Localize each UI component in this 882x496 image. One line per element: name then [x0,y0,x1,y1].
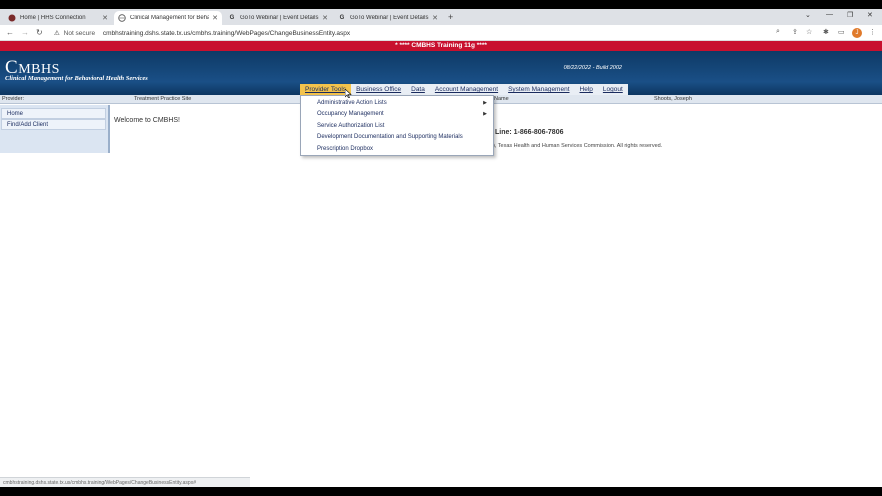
menu-help[interactable]: Help [575,84,598,95]
close-icon[interactable]: ✕ [102,14,108,22]
sidebar-item-label: Find/Add Client [7,122,49,128]
window-close-icon[interactable]: ✕ [867,11,873,19]
sidebar-item-home[interactable]: Home [1,108,106,119]
menu-item-prescription-dropbox[interactable]: Prescription Dropbox [301,144,493,155]
sidebar-item-find-add-client[interactable]: Find/Add Client [1,119,106,130]
back-arrow-icon[interactable]: ← [6,28,14,37]
tab-search-chevron-icon[interactable]: ⌄ [805,11,811,19]
tab-title: Clinical Management for Behavio [130,15,210,21]
browser-tab-hhs[interactable]: Home | HHS Connection ✕ [4,11,112,25]
tab-title: Home | HHS Connection [20,15,86,21]
extensions-puzzle-icon[interactable]: ✱ [823,28,829,36]
menu-system-management[interactable]: System Management [503,84,574,95]
browser-tab-goto-1[interactable]: G GoTo Webinar | Event Details ✕ [224,11,332,25]
app-header: CMBHS Clinical Management for Behavioral… [0,51,882,95]
goto-favicon-icon: G [339,15,345,21]
tab-title: GoTo Webinar | Event Details [350,15,429,21]
menu-item-service-authorization-list[interactable]: Service Authorization List [301,121,493,132]
browser-tab-strip: Home | HHS Connection ✕ Clinical Managem… [0,9,882,25]
menu-data[interactable]: Data [406,84,430,95]
restore-icon[interactable]: ❐ [847,11,853,19]
welcome-message: Welcome to CMBHS! [114,117,180,124]
menu-item-occupancy-management[interactable]: Occupancy Management ▶ [301,109,493,120]
menu-item-administrative-action-lists[interactable]: Administrative Action Lists ▶ [301,98,493,109]
minimize-icon[interactable]: — [826,11,833,18]
reload-icon[interactable]: ↻ [36,28,43,37]
logo-subtitle: Clinical Management for Behavioral Healt… [5,75,148,82]
training-banner: * **** CMBHS Training 11g **** [0,41,882,51]
security-label: Not secure [63,30,96,37]
submenu-arrow-icon: ▶ [483,100,487,106]
new-tab-button[interactable]: + [448,12,453,22]
profile-avatar[interactable]: J [852,28,862,38]
provider-label: Provider: [2,96,25,102]
menu-item-label: Occupancy Management [317,111,384,117]
name-label: Name [494,96,509,102]
browser-menu-kebab-icon[interactable]: ⋮ [869,28,876,36]
zoom-magnifier-icon[interactable]: ⌕ [776,28,780,36]
tab-title: GoTo Webinar | Event Details [240,15,319,21]
browser-status-bar: cmbhstraining.dshs.state.tx.us/cmbhs.tra… [0,477,250,487]
build-info: 08/22/2022 - Build 2002 [563,65,622,71]
menu-provider-tools[interactable]: Provider Tools [300,84,352,95]
warning-triangle-icon: ⚠ [54,30,60,37]
menu-item-label: Administrative Action Lists [317,100,387,106]
copyright-notice: ), Texas Health and Human Services Commi… [493,143,663,149]
menu-item-development-documentation[interactable]: Development Documentation and Supporting… [301,132,493,143]
bookmark-star-icon[interactable]: ☆ [806,28,812,36]
globe-favicon-icon [118,14,126,22]
forward-arrow-icon[interactable]: → [21,28,29,37]
browser-tab-goto-2[interactable]: G GoTo Webinar | Event Details ✕ [334,11,442,25]
menu-item-label: Prescription Dropbox [317,146,374,152]
menu-account-management[interactable]: Account Management [430,84,503,95]
url-field[interactable]: ⚠ Not secure cmbhstraining.dshs.state.tx… [54,29,350,37]
submenu-arrow-icon: ▶ [483,111,487,117]
practice-site-label: Treatment Practice Site [134,96,192,102]
menu-item-label: Development Documentation and Supporting… [317,134,463,140]
help-hotline: Line: 1-866-806-7806 [495,129,564,136]
sidebar-item-label: Home [7,111,24,117]
close-icon[interactable]: ✕ [432,14,438,22]
goto-favicon-icon: G [229,15,235,21]
menu-item-label: Service Authorization List [317,123,385,129]
address-bar: ← → ↻ ⚠ Not secure cmbhstraining.dshs.st… [0,25,882,41]
menu-logout[interactable]: Logout [598,84,628,95]
provider-tools-dropdown: Administrative Action Lists ▶ Occupancy … [300,95,494,156]
close-icon[interactable]: ✕ [322,14,328,22]
share-icon[interactable]: ⇪ [792,28,798,36]
menu-business-office[interactable]: Business Office [351,84,406,95]
url-text: cmbhstraining.dshs.state.tx.us/cmbhs.tra… [102,30,351,37]
browser-tab-cmbhs[interactable]: Clinical Management for Behavio ✕ [114,11,222,25]
side-panel-icon[interactable]: ▭ [838,28,845,36]
user-name: Shoots, Joseph [654,96,692,102]
close-icon[interactable]: ✕ [212,14,218,22]
mouse-cursor-icon [345,89,352,98]
hhs-favicon-icon [8,14,16,22]
screen: Home | HHS Connection ✕ Clinical Managem… [0,9,882,487]
left-sidebar: Home Find/Add Client [0,105,110,153]
